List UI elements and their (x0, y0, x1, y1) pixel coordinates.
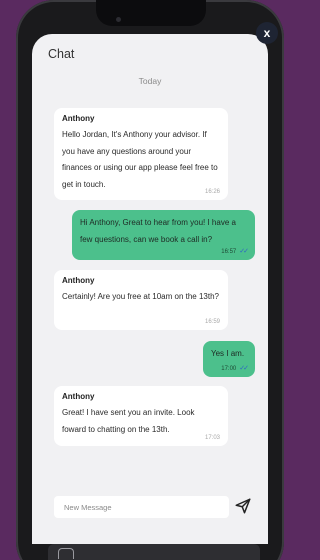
message-sender: Anthony (62, 392, 95, 401)
message-text: Yes I am. (211, 349, 245, 358)
message-bubble-incoming: Anthony Hello Jordan, It's Anthony your … (54, 108, 228, 200)
message-text: Hello Jordan, It's Anthony your advisor.… (62, 130, 218, 189)
message-time: 16:57 (221, 249, 237, 255)
message-sender: Anthony (62, 276, 95, 285)
send-icon (235, 498, 251, 514)
message-bubble-incoming: Anthony Great! I have sent you an invite… (54, 386, 228, 446)
message-time: 17:03 (204, 435, 220, 441)
message-bubble-outgoing: Hi Anthony, Great to hear from you! I ha… (72, 210, 255, 260)
message-bubble-outgoing: Yes I am. 17:00 ✓✓ (203, 341, 255, 377)
message-text: Great! I have sent you an invite. Look f… (62, 408, 195, 434)
read-receipt-icon: ✓✓ (239, 365, 249, 372)
message-text: Hi Anthony, Great to hear from you! I ha… (80, 218, 236, 244)
background-app-icon (58, 548, 74, 559)
message-time: 17:00 (221, 366, 237, 372)
send-button[interactable] (234, 497, 252, 515)
message-time: 16:59 (204, 319, 220, 325)
close-button[interactable]: x (256, 22, 278, 44)
background-app-peek (48, 544, 260, 560)
message-time-row: 17:00 ✓✓ (221, 365, 249, 373)
camera-icon (116, 17, 121, 22)
read-receipt-icon: ✓✓ (239, 248, 249, 255)
phone-notch (96, 0, 206, 26)
day-separator: Today (138, 76, 162, 86)
message-sender: Anthony (62, 114, 95, 123)
message-bubble-incoming: Anthony Certainly! Are you free at 10am … (54, 270, 228, 330)
chat-screen: Chat Today Anthony Hello Jordan, It's An… (32, 34, 268, 544)
chat-title: Chat (48, 47, 75, 61)
message-time: 16:26 (204, 189, 220, 195)
message-input[interactable] (54, 496, 229, 518)
message-text: Certainly! Are you free at 10am on the 1… (62, 292, 219, 301)
message-time-row: 16:57 ✓✓ (221, 248, 249, 256)
